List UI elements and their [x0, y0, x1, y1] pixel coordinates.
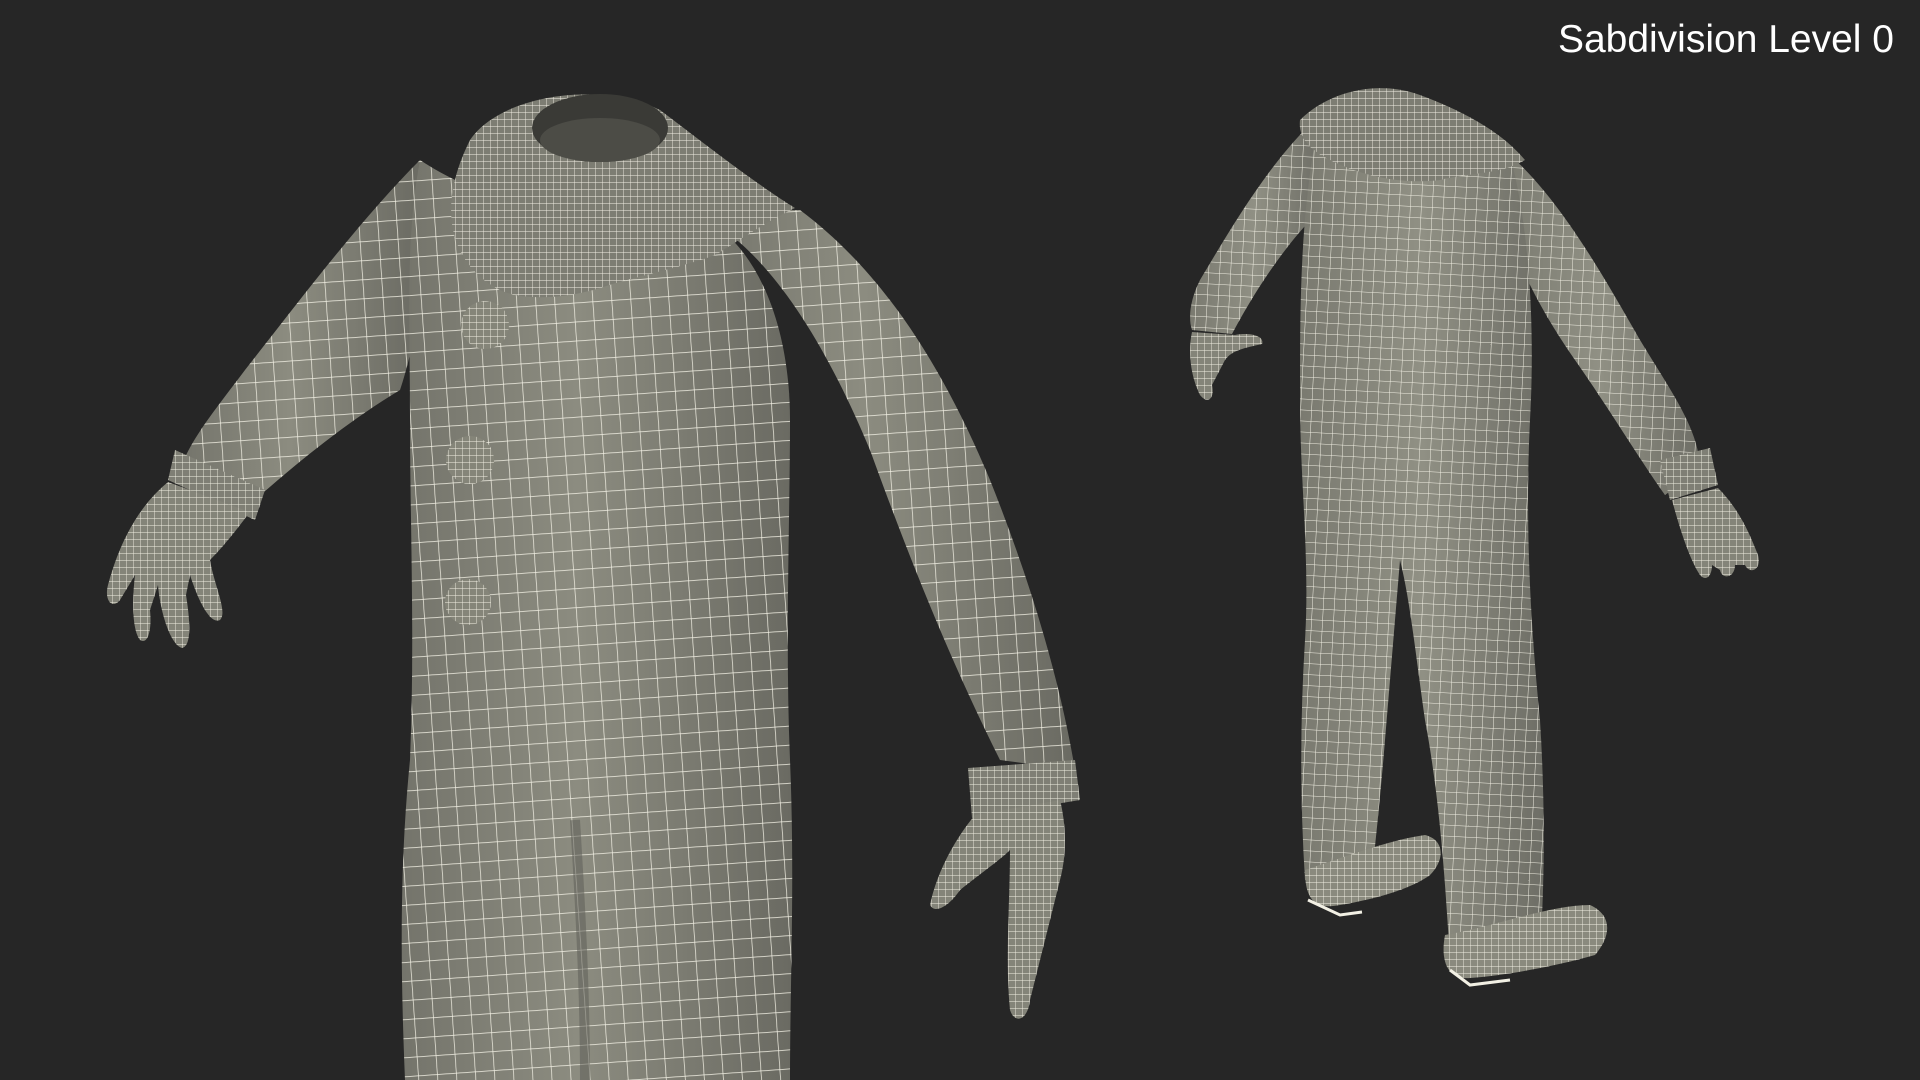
clown-suit-closeup — [106, 94, 1080, 1080]
render-viewport: Sabdivision Level 0 — [0, 0, 1920, 1080]
subdivision-level-label: Sabdivision Level 0 — [1557, 18, 1894, 61]
wireframe-render — [106, 88, 1759, 1080]
left-arm — [168, 160, 424, 520]
rear-torso — [1300, 115, 1544, 960]
left-hand — [106, 482, 250, 648]
right-hand — [930, 800, 1065, 1019]
rear-right-arm — [1500, 155, 1759, 579]
clown-suit-rear-view — [1190, 88, 1759, 987]
